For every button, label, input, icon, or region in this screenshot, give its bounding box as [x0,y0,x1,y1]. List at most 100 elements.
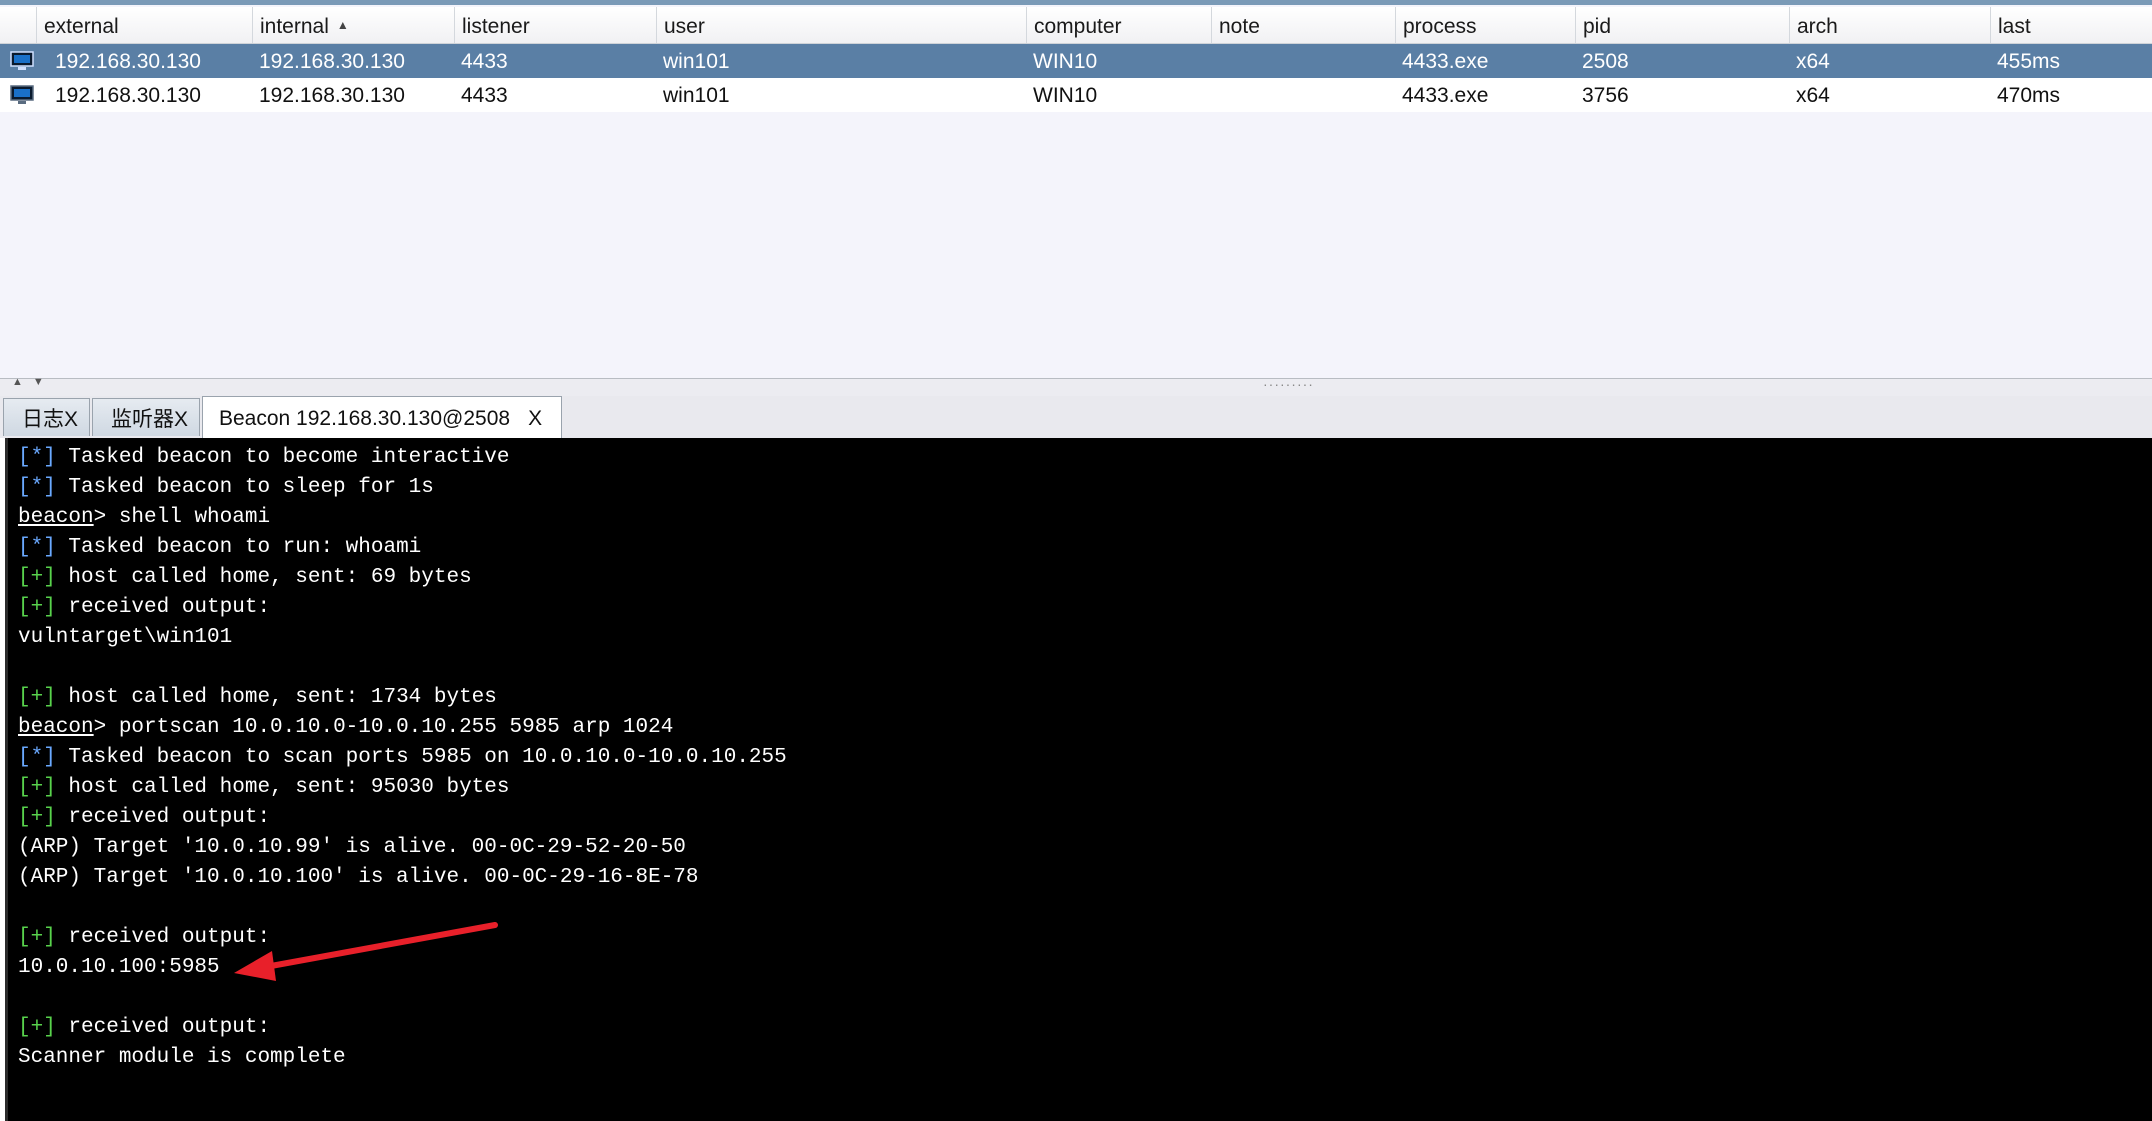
column-header-arch[interactable]: arch [1789,7,1990,43]
console-line: (ARP) Target '10.0.10.100' is alive. 00-… [8,863,2152,893]
console-line-text: host called home, sent: 1734 bytes [55,686,497,709]
beacon-session-icon [10,51,34,70]
console-line: [+] host called home, sent: 95030 bytes [8,773,2152,803]
cell-listener: 4433 [461,50,508,73]
column-header-note[interactable]: note [1211,7,1395,43]
console-line: [+] received output: [8,803,2152,833]
tab-bar: 日志X 监听器X Beacon 192.168.30.130@2508 X [0,396,2152,438]
console-line-prefix: [+] [18,596,56,619]
column-header-computer[interactable]: computer [1026,7,1211,43]
console-line-prefix: [+] [18,566,56,589]
cell-user: win101 [663,50,730,73]
cell-note [1211,78,1218,112]
tab-label: 日志 [22,407,64,431]
console-line-text: Tasked beacon to sleep for 1s [55,476,434,499]
tab-label: 监听器 [111,407,174,431]
console-line: vulntarget\win101 [8,623,2152,653]
tab-close-button[interactable]: X [528,407,542,430]
console-line-prefix: [+] [18,1016,56,1039]
cobalt-strike-window: external internal ▲ listener user compute… [0,0,2152,1121]
console-prompt: beacon [18,506,94,529]
console-line-text: vulntarget\win101 [18,626,233,649]
console-line-prefix: [*] [18,446,56,469]
console-line-text: received output: [55,596,271,619]
session-table: external internal ▲ listener user compute… [0,0,2152,378]
column-header-process[interactable]: process [1395,7,1575,43]
collapse-arrows-icon[interactable]: ▲▼ [12,376,54,388]
cell-process: 4433.exe [1402,84,1489,107]
console-line: [*] Tasked beacon to scan ports 5985 on … [8,743,2152,773]
console-line-prefix: [*] [18,476,56,499]
console-line: [+] host called home, sent: 1734 bytes [8,683,2152,713]
console-line: (ARP) Target '10.0.10.99' is alive. 00-0… [8,833,2152,863]
cell-external: 192.168.30.130 [55,50,201,73]
console-prompt: beacon [18,716,94,739]
cell-last: 470ms [1997,84,2061,107]
console-line: [*] Tasked beacon to run: whoami [8,533,2152,563]
console-line: [+] received output: [8,593,2152,623]
drag-grip-icon[interactable]: ········· [1263,377,1314,391]
cell-pid: 3756 [1582,84,1629,107]
console-line-text: host called home, sent: 95030 bytes [55,776,510,799]
icon-column-header[interactable] [0,7,36,43]
console-line-text: (ARP) Target '10.0.10.100' is alive. 00-… [18,866,699,889]
beacon-console[interactable]: [*] Tasked beacon to become interactive[… [5,438,2152,1121]
console-line: beacon> shell whoami [8,503,2152,533]
console-line-text: Tasked beacon to become interactive [55,446,510,469]
cell-pid: 2508 [1582,50,1629,73]
console-line-text: Tasked beacon to run: whoami [55,536,422,559]
tab-close-button[interactable]: X [64,408,78,431]
console-line-text: > portscan 10.0.10.0-10.0.10.255 5985 ar… [93,716,674,739]
tab-label: Beacon 192.168.30.130@2508 [219,407,511,430]
cell-computer: WIN10 [1033,84,1098,107]
console-line-prefix: [+] [18,926,56,949]
cell-note [1211,44,1218,78]
console-line-text: (ARP) Target '10.0.10.99' is alive. 00-0… [18,836,686,859]
console-line-text: host called home, sent: 69 bytes [55,566,472,589]
console-line-prefix: [+] [18,686,56,709]
cell-arch: x64 [1796,50,1830,73]
column-header-external[interactable]: external [36,7,252,43]
cell-process: 4433.exe [1402,50,1489,73]
table-row[interactable]: 192.168.30.130 192.168.30.130 4433 win10… [0,78,2152,112]
console-line-text: Tasked beacon to scan ports 5985 on 10.0… [55,746,787,769]
console-line: [+] host called home, sent: 69 bytes [8,563,2152,593]
cell-internal: 192.168.30.130 [259,84,405,107]
cell-listener: 4433 [461,84,508,107]
tab-close-button[interactable]: X [174,408,188,431]
cell-computer: WIN10 [1033,50,1098,73]
table-row[interactable]: 192.168.30.130 192.168.30.130 4433 win10… [0,44,2152,78]
console-line: [*] Tasked beacon to sleep for 1s [8,473,2152,503]
console-line-prefix: [+] [18,806,56,829]
tab-log[interactable]: 日志X [3,398,90,436]
tab-beacon[interactable]: Beacon 192.168.30.130@2508 X [202,396,562,438]
console-line-prefix: [*] [18,536,56,559]
column-header-pid[interactable]: pid [1575,7,1789,43]
console-line-text: received output: [55,1016,271,1039]
sort-ascending-icon: ▲ [336,18,349,32]
cell-internal: 192.168.30.130 [259,50,405,73]
cell-user: win101 [663,84,730,107]
column-header-last[interactable]: last [1990,7,2152,43]
console-line: Scanner module is complete [8,1043,2152,1073]
console-line-text: 10.0.10.100:5985 [18,956,220,979]
cell-arch: x64 [1796,84,1830,107]
cell-external: 192.168.30.130 [55,84,201,107]
column-header-listener[interactable]: listener [454,7,656,43]
console-line-text: Scanner module is complete [18,1046,346,1069]
console-line-prefix: [*] [18,746,56,769]
beacon-session-icon [10,85,34,104]
console-line-text: received output: [55,806,271,829]
console-line-prefix: [+] [18,776,56,799]
table-header: external internal ▲ listener user compute… [0,7,2152,44]
console-line: [+] received output: [8,1013,2152,1043]
split-pane-divider[interactable]: ▲▼ ········· [0,376,2152,396]
console-line-text: > shell whoami [93,506,271,529]
annotation-arrow [234,922,498,981]
console-line: beacon> portscan 10.0.10.0-10.0.10.255 5… [8,713,2152,743]
column-header-internal[interactable]: internal ▲ [252,7,454,43]
tab-listeners[interactable]: 监听器X [92,398,200,436]
column-header-user[interactable]: user [656,7,1026,43]
